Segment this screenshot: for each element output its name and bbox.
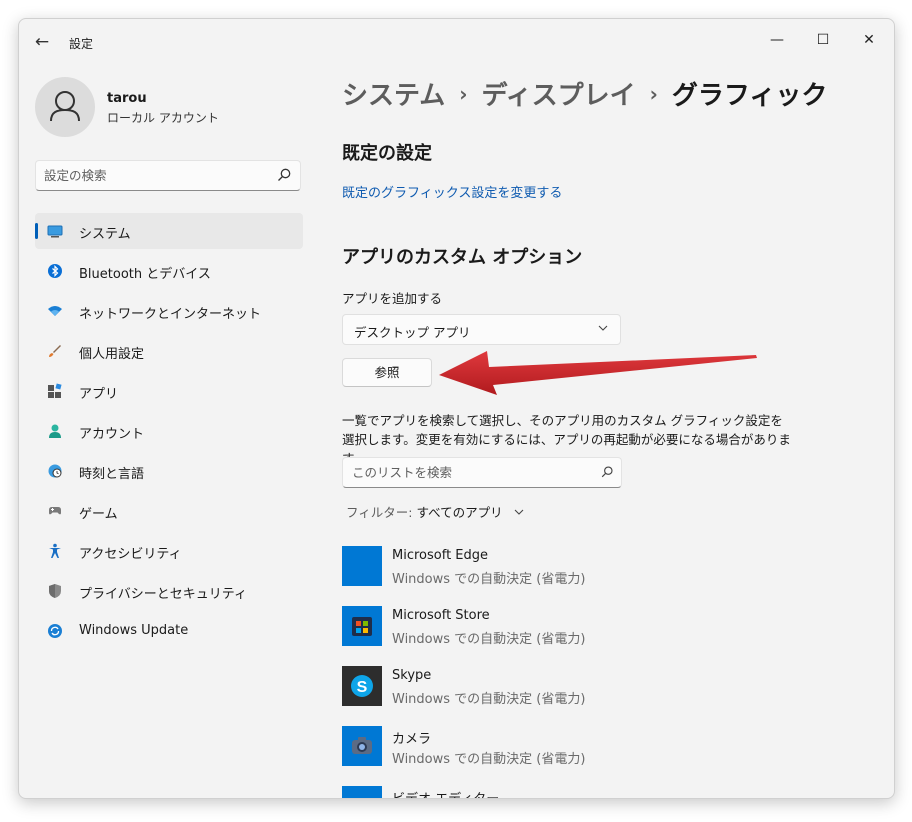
brush-icon [49,345,61,357]
custom-options-heading: アプリのカスタム オプション [342,247,583,268]
sidebar-item-apps[interactable]: アプリ [35,373,303,409]
sidebar-item-label: アカウント [79,427,145,442]
app-status: Windows での自動決定 (省電力) [392,752,586,767]
breadcrumb-display[interactable]: ディスプレイ [481,81,635,111]
title-bar: ← 設定 — ☐ ✕ [19,19,894,65]
user-name: tarou [107,91,147,106]
filter-dropdown[interactable]: フィルター: すべてのアプリ [346,502,525,521]
breadcrumb-system[interactable]: システム [342,81,445,111]
wifi-icon [48,306,62,316]
camera-icon [342,726,382,766]
list-item[interactable]: カメラ Windows での自動決定 (省電力) [342,726,842,786]
system-icon [47,225,63,238]
shield-icon [49,584,61,598]
sidebar-item-accessibility[interactable]: アクセシビリティ [35,533,303,569]
sidebar-item-label: ネットワークとインターネット [79,307,262,322]
sidebar-item-label: ゲーム [79,507,118,522]
default-graphics-settings-link[interactable]: 既定のグラフィックス設定を変更する [342,182,562,201]
store-icon [342,606,382,646]
sidebar-item-privacy[interactable]: プライバシーとセキュリティ [35,573,303,609]
app-name: Microsoft Edge [392,548,489,563]
breadcrumb: システム › ディスプレイ › グラフィック [342,75,827,112]
svg-text:S: S [357,679,368,696]
sidebar-item-label: 時刻と言語 [79,467,145,482]
chevron-down-icon [514,509,523,515]
avatar[interactable] [35,77,95,137]
gamepad-icon [49,507,61,515]
search-icon[interactable] [600,465,614,479]
sidebar-item-gaming[interactable]: ゲーム [35,493,303,529]
sidebar-item-network[interactable]: ネットワークとインターネット [35,293,303,329]
sidebar-item-personalization[interactable]: 個人用設定 [35,333,303,369]
sidebar-item-windows-update[interactable]: Windows Update [35,613,303,649]
minimize-button[interactable]: — [754,25,800,55]
list-item[interactable]: Microsoft Store Windows での自動決定 (省電力) [342,606,842,666]
close-button[interactable]: ✕ [846,25,892,55]
chevron-down-icon [598,325,608,331]
app-name: ビデオ エディター [392,788,499,798]
sidebar-item-system[interactable]: システム [35,213,303,249]
sidebar-item-label: 個人用設定 [79,347,145,362]
sidebar-item-label: Windows Update [79,623,189,638]
app-status: Windows での自動決定 (省電力) [392,692,586,707]
skype-icon: S [342,666,382,706]
sidebar-item-bluetooth[interactable]: Bluetooth とデバイス [35,253,303,289]
list-item[interactable]: Microsoft Edge Windows での自動決定 (省電力) [342,546,842,606]
person-icon [50,91,80,122]
sidebar-item-label: アプリ [79,387,119,402]
app-type-dropdown[interactable]: デスクトップ アプリ [342,314,621,345]
video-editor-icon [342,786,382,798]
accessibility-icon [49,543,61,558]
edge-tile [342,546,382,586]
sidebar-item-label: アクセシビリティ [79,547,182,562]
account-icon [49,424,61,438]
sidebar-nav: システム Bluetooth とデバイス ネットワークとインターネット 個人用設… [35,213,303,653]
filter-value: すべてのアプリ [416,505,503,520]
app-list-search-input[interactable] [352,463,582,482]
add-app-label: アプリを追加する [342,291,443,306]
list-item[interactable]: ビデオ エディター [342,786,842,798]
sidebar-item-accounts[interactable]: アカウント [35,413,303,449]
app-status: Windows での自動決定 (省電力) [392,632,586,647]
filter-label: フィルター: [346,505,413,520]
app-list: Microsoft Edge Windows での自動決定 (省電力) Micr… [342,546,842,798]
back-arrow-icon[interactable]: ← [31,31,53,53]
sidebar-item-label: Bluetooth とデバイス [79,267,211,282]
settings-window: ← 設定 — ☐ ✕ tarou ローカル アカウント システム [18,18,895,799]
sidebar-item-label: システム [79,227,131,242]
page-title: グラフィック [671,81,828,111]
app-name: カメラ [392,732,432,747]
apps-icon [48,383,62,398]
sidebar-item-time-language[interactable]: 時刻と言語 [35,453,303,489]
app-name: Skype [392,668,432,683]
search-icon[interactable] [276,167,292,183]
app-title: 設定 [69,37,94,51]
breadcrumb-separator: › [649,82,658,106]
app-status: Windows での自動決定 (省電力) [392,572,586,587]
settings-search[interactable] [35,160,301,191]
list-item[interactable]: S Skype Windows での自動決定 (省電力) [342,666,842,726]
account-type: ローカル アカウント [107,111,219,125]
maximize-button[interactable]: ☐ [800,25,846,55]
red-arrow-annotation [439,351,757,395]
update-icon [48,624,62,638]
browse-button[interactable]: 参照 [342,358,432,387]
settings-search-input[interactable] [44,166,264,185]
breadcrumb-separator: › [459,82,468,106]
bluetooth-icon [48,264,62,278]
globe-clock-icon [48,464,62,478]
app-type-value: デスクトップ アプリ [354,325,471,340]
app-list-search[interactable] [342,457,622,488]
app-name: Microsoft Store [392,608,490,623]
sidebar-item-label: プライバシーとセキュリティ [79,587,247,602]
default-settings-heading: 既定の設定 [342,143,432,164]
